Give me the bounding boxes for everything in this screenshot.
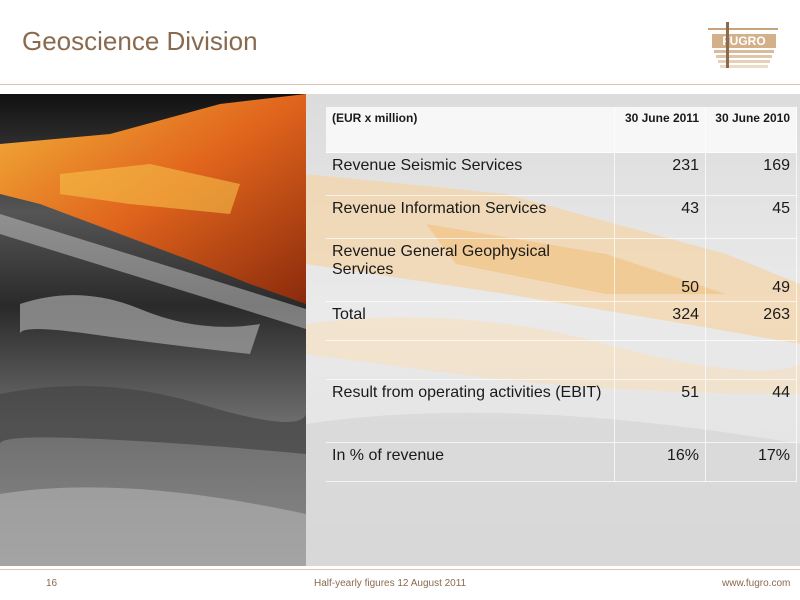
row-label: In % of revenue — [326, 442, 615, 482]
row-label: Total — [326, 301, 615, 341]
row-value-2011: 16% — [614, 442, 706, 482]
row-value-2011: 51 — [614, 379, 706, 443]
row-value-2011: 43 — [614, 195, 706, 239]
table-row: Revenue General Geophysical Services 50 … — [326, 238, 797, 302]
footer-subtitle: Half-yearly figures 12 August 2011 — [314, 578, 467, 589]
financial-table: (EUR x million) 30 June 2011 30 June 201… — [326, 107, 797, 482]
row-label: Revenue Information Services — [326, 195, 615, 239]
table-header-row: (EUR x million) 30 June 2011 30 June 201… — [326, 107, 797, 153]
table-row: Revenue Seismic Services 231 169 — [326, 152, 797, 196]
header-divider — [0, 84, 800, 85]
footer-url[interactable]: www.fugro.com — [722, 578, 790, 589]
table-row: Revenue Information Services 43 45 — [326, 195, 797, 239]
row-value-2010: 169 — [705, 152, 797, 196]
table-row-blank — [326, 340, 797, 380]
row-label: Result from operating activities (EBIT) — [326, 379, 615, 443]
seismic-image-left — [0, 94, 306, 566]
header-2011: 30 June 2011 — [614, 107, 706, 153]
footer-divider — [0, 569, 800, 570]
row-value-2010: 17% — [705, 442, 797, 482]
header-2010: 30 June 2010 — [705, 107, 797, 153]
row-label: Revenue Seismic Services — [326, 152, 615, 196]
table-row: In % of revenue 16% 17% — [326, 442, 797, 482]
table-row: Result from operating activities (EBIT) … — [326, 379, 797, 443]
row-value-2010: 45 — [705, 195, 797, 239]
page-number: 16 — [46, 578, 58, 589]
fugro-logo: FUGRO — [706, 18, 780, 70]
row-value-2010: 263 — [705, 301, 797, 341]
row-label: Revenue General Geophysical Services — [326, 238, 615, 302]
page-title: Geoscience Division — [22, 26, 258, 56]
row-value-2010: 44 — [705, 379, 797, 443]
row-value-2011: 50 — [614, 238, 706, 302]
row-value-2010: 49 — [705, 238, 797, 302]
row-value-2011: 231 — [614, 152, 706, 196]
row-value-2011: 324 — [614, 301, 706, 341]
table-row-total: Total 324 263 — [326, 301, 797, 341]
header-label: (EUR x million) — [326, 107, 615, 153]
